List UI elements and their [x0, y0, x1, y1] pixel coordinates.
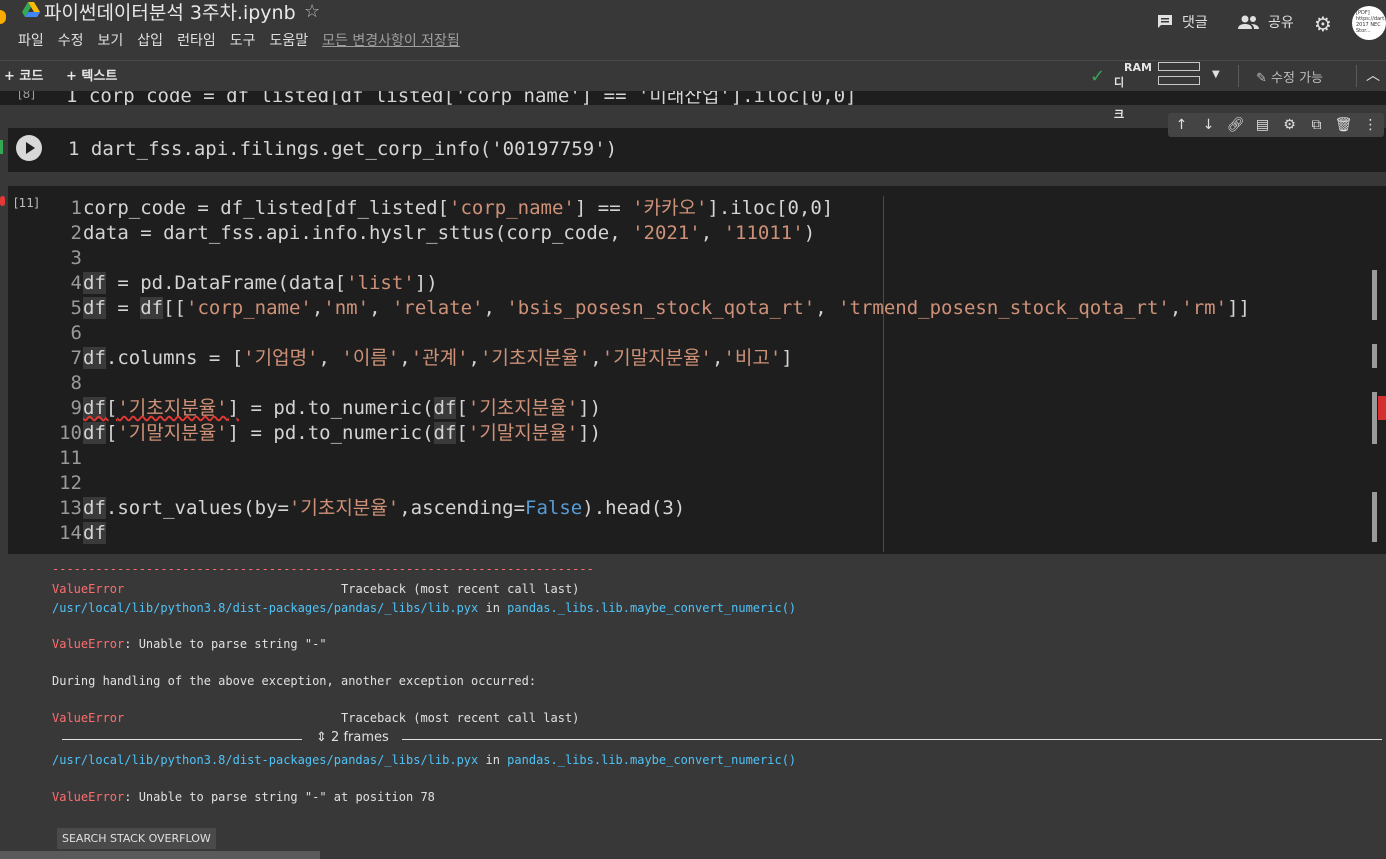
- error-marker: [0, 196, 5, 206]
- cell-toolbar: ↑ ↓ 🔗︎ ▤ ⚙ ⧉ 🗑︎ ⋮: [1168, 113, 1384, 137]
- in-text: in: [478, 601, 508, 615]
- notebook-title[interactable]: 파이썬데이터분석 3주차.ipynb: [44, 0, 296, 26]
- chevron-down-icon[interactable]: ▼: [1212, 69, 1220, 80]
- code-line: 1 corp_code = df_listed[df_listed['corp_…: [66, 91, 857, 105]
- comments-button[interactable]: 댓글: [1156, 12, 1208, 32]
- scrollbar-marker: [1372, 344, 1377, 368]
- chevron-up-icon[interactable]: ︿: [1366, 65, 1380, 85]
- code-editor[interactable]: 1corp_code = df_listed[df_listed['corp_n…: [48, 196, 1250, 546]
- menu-tools[interactable]: 도구: [230, 31, 256, 51]
- cell-output: ----------------------------------------…: [0, 554, 1386, 859]
- notebook-toolbar: + 코드 + 텍스트 ✓ RAM 디스크 ▼ ✎ 수정 가능 ︿: [0, 60, 1386, 121]
- edit-mode-label: 수정 가능: [1271, 71, 1324, 86]
- during-handling-text: During handling of the above exception, …: [52, 674, 537, 688]
- scrollbar-marker: [1372, 270, 1377, 320]
- traceback-frame: /usr/local/lib/python3.8/dist-packages/p…: [52, 753, 796, 767]
- arrow-down-icon[interactable]: ↓: [1199, 117, 1219, 133]
- ram-label: RAM: [1124, 61, 1152, 74]
- error-text: : Unable to parse string "-" at position…: [124, 790, 435, 804]
- comment-icon[interactable]: ▤: [1253, 117, 1273, 133]
- error-name: ValueError: [52, 711, 125, 725]
- frames-label: 2 frames: [331, 730, 389, 745]
- cell-status-marker: [0, 140, 3, 154]
- run-cell-button[interactable]: [16, 135, 42, 161]
- traceback-label: Traceback (most recent call last): [124, 582, 580, 596]
- error-name: ValueError: [52, 637, 125, 651]
- menu-insert[interactable]: 삽입: [137, 31, 163, 51]
- divider: [1238, 65, 1239, 87]
- error-scrollbar-marker: [1378, 396, 1386, 420]
- colab-logo[interactable]: [0, 10, 6, 24]
- source-path-link[interactable]: /usr/local/lib/python3.8/dist-packages/p…: [52, 753, 478, 767]
- function-link[interactable]: pandas._libs.lib.maybe_convert_numeric(): [507, 601, 796, 615]
- add-code-button[interactable]: + 코드: [4, 65, 43, 84]
- share-label: 공유: [1268, 15, 1294, 31]
- frames-divider-right: [402, 739, 1382, 740]
- mirror-cell-icon[interactable]: ⧉: [1307, 117, 1327, 133]
- function-link[interactable]: pandas._libs.lib.maybe_convert_numeric(): [507, 753, 796, 767]
- code-cell[interactable]: [8] 1 corp_code = df_listed[df_listed['c…: [0, 91, 1386, 105]
- error-message: ValueError: Unable to parse string "-" a…: [52, 790, 435, 804]
- execution-count: [11]: [14, 196, 39, 210]
- menu-help[interactable]: 도움말: [269, 31, 308, 51]
- avatar-text: [PDF] https://dart.go 2017 NEC Stor...: [1356, 10, 1386, 34]
- code-cell[interactable]: [11] 1corp_code = df_listed[df_listed['c…: [8, 186, 1386, 554]
- menu-runtime[interactable]: 런타임: [177, 31, 216, 51]
- menu-bar: 파일 수정 보기 삽입 런타임 도구 도움말 모든 변경사항이 저장됨: [18, 31, 474, 51]
- traceback-label: Traceback (most recent call last): [124, 711, 580, 725]
- connected-check-icon: ✓: [1090, 66, 1106, 87]
- share-button[interactable]: 공유: [1238, 12, 1294, 32]
- gear-icon[interactable]: ⚙: [1280, 117, 1300, 133]
- separator-line: ----------------------------------------…: [52, 562, 594, 576]
- error-name: ValueError: [52, 582, 125, 596]
- scrollbar-marker: [1372, 392, 1377, 444]
- error-message: ValueError: Unable to parse string "-": [52, 637, 327, 651]
- traceback-header: ValueError Traceback (most recent call l…: [52, 582, 579, 596]
- link-icon[interactable]: 🔗︎: [1226, 117, 1246, 133]
- people-icon: [1238, 15, 1259, 29]
- ram-usage-bar: [1158, 62, 1200, 71]
- unfold-icon: ⇕: [316, 730, 327, 745]
- avatar[interactable]: [PDF] https://dart.go 2017 NEC Stor...: [1352, 6, 1386, 40]
- menu-file[interactable]: 파일: [18, 31, 44, 51]
- expand-frames-button[interactable]: ⇕ 2 frames: [316, 730, 389, 745]
- save-status-link[interactable]: 모든 변경사항이 저장됨: [322, 31, 460, 51]
- star-icon[interactable]: ☆: [304, 1, 320, 22]
- more-vert-icon[interactable]: ⋮: [1361, 117, 1381, 133]
- menu-view[interactable]: 보기: [98, 31, 124, 51]
- error-name: ValueError: [52, 790, 125, 804]
- settings-gear-icon[interactable]: ⚙: [1314, 12, 1332, 36]
- edit-mode-button[interactable]: ✎ 수정 가능: [1256, 67, 1323, 86]
- drive-icon[interactable]: [22, 2, 40, 18]
- comment-icon: [1158, 15, 1172, 28]
- horizontal-scrollbar[interactable]: [0, 851, 320, 859]
- add-text-button[interactable]: + 텍스트: [66, 65, 117, 84]
- execution-count: [8]: [18, 91, 35, 101]
- pencil-icon: ✎: [1256, 71, 1267, 86]
- traceback-frame: /usr/local/lib/python3.8/dist-packages/p…: [52, 601, 796, 615]
- arrow-up-icon[interactable]: ↑: [1172, 117, 1192, 133]
- frames-divider-left: [62, 739, 302, 740]
- disk-usage-bar: [1158, 76, 1200, 85]
- menu-edit[interactable]: 수정: [58, 31, 84, 51]
- trash-icon[interactable]: 🗑︎: [1334, 117, 1354, 133]
- source-path-link[interactable]: /usr/local/lib/python3.8/dist-packages/p…: [52, 601, 478, 615]
- comments-label: 댓글: [1182, 15, 1208, 31]
- app-header: 파이썬데이터분석 3주차.ipynb ☆ 파일 수정 보기 삽입 런타임 도구 …: [0, 0, 1386, 60]
- error-text: : Unable to parse string "-": [124, 637, 327, 651]
- search-stack-overflow-button[interactable]: SEARCH STACK OVERFLOW: [57, 828, 216, 849]
- code-line: 1 dart_fss.api.filings.get_corp_info('00…: [68, 138, 618, 160]
- in-text: in: [478, 753, 508, 767]
- scrollbar-marker: [1372, 492, 1377, 542]
- traceback-header: ValueError Traceback (most recent call l…: [52, 711, 579, 725]
- divider: [1356, 65, 1357, 87]
